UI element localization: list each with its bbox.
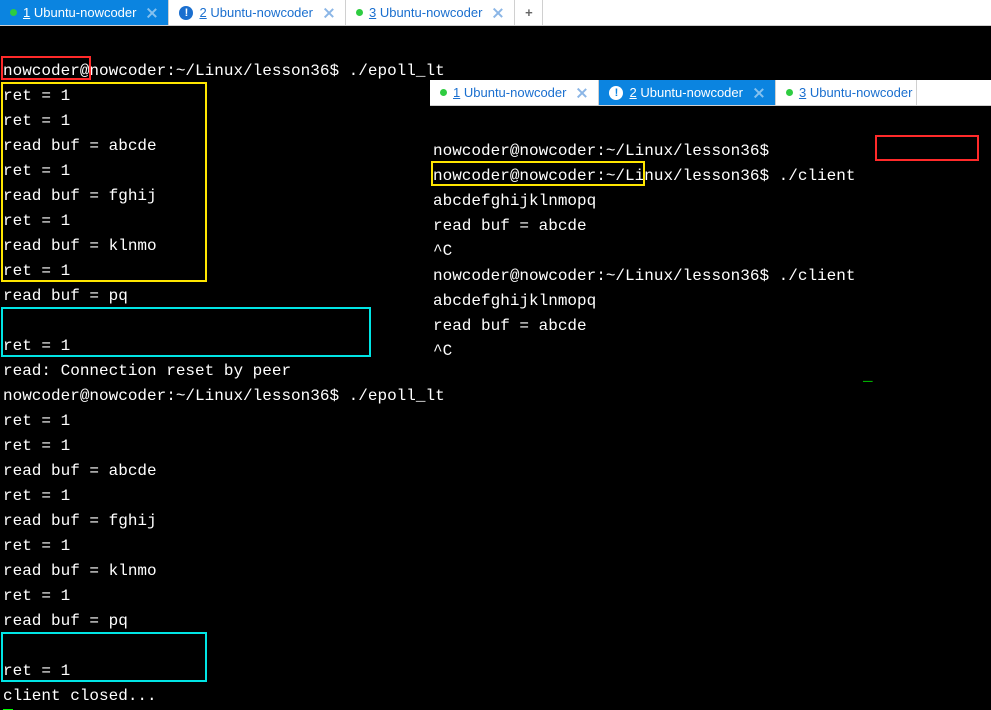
output-line: client closed... bbox=[3, 687, 157, 705]
tab-label: Ubuntu-nowcoder bbox=[380, 5, 483, 20]
close-icon[interactable] bbox=[576, 87, 588, 99]
right-tab-3[interactable]: 3 Ubuntu-nowcoder bbox=[776, 80, 917, 105]
output-line: abcdefghijklnmopq bbox=[433, 292, 596, 310]
output-line: read buf = abcde bbox=[3, 137, 157, 155]
status-dot-icon bbox=[786, 89, 793, 96]
alert-icon: ! bbox=[179, 6, 193, 20]
output-line: ret = 1 bbox=[3, 537, 70, 555]
command: ./epoll_lt bbox=[349, 387, 445, 405]
status-dot-icon bbox=[440, 89, 447, 96]
tab-number: 2 bbox=[199, 5, 206, 20]
output-line: ^C bbox=[433, 342, 452, 360]
tab-number: 1 bbox=[453, 85, 460, 100]
close-icon[interactable] bbox=[323, 7, 335, 19]
prompt: nowcoder@nowcoder:~/Linux/lesson36$ bbox=[3, 62, 349, 80]
tab-label: Ubuntu-nowcoder bbox=[810, 85, 913, 100]
tab-label: Ubuntu-nowcoder bbox=[640, 85, 743, 100]
output-line: read buf = pq bbox=[3, 612, 128, 630]
tab-number: 3 bbox=[799, 85, 806, 100]
output-line: ret = 1 bbox=[3, 262, 70, 280]
output-line: ret = 1 bbox=[3, 587, 70, 605]
output-line: read buf = fghij bbox=[3, 187, 157, 205]
close-icon[interactable] bbox=[492, 7, 504, 19]
command: ./client bbox=[779, 167, 856, 185]
right-terminal[interactable]: nowcoder@nowcoder:~/Linux/lesson36$ nowc… bbox=[433, 114, 989, 389]
output-line: read buf = klnmo bbox=[3, 237, 157, 255]
output-line: read: Connection reset by peer bbox=[3, 362, 291, 380]
tab-number: 2 bbox=[629, 85, 636, 100]
tab-1[interactable]: 1 Ubuntu-nowcoder bbox=[0, 0, 169, 25]
close-icon[interactable] bbox=[146, 7, 158, 19]
top-tabbar: 1 Ubuntu-nowcoder ! 2 Ubuntu-nowcoder 3 … bbox=[0, 0, 991, 26]
output-line: ret = 1 bbox=[3, 412, 70, 430]
output-line: ret = 1 bbox=[3, 437, 70, 455]
tab-label: Ubuntu-nowcoder bbox=[34, 5, 137, 20]
output-line: read buf = fghij bbox=[3, 512, 157, 530]
add-tab-button[interactable]: + bbox=[515, 0, 543, 25]
right-tab-1[interactable]: 1 Ubuntu-nowcoder bbox=[430, 80, 599, 105]
tab-label: Ubuntu-nowcoder bbox=[464, 85, 567, 100]
output-line: ret = 1 bbox=[3, 87, 70, 105]
output-line: ret = 1 bbox=[3, 337, 70, 355]
output-line: ret = 1 bbox=[3, 162, 70, 180]
prompt: nowcoder@nowcoder:~/Linux/lesson36$ bbox=[433, 142, 779, 160]
alert-icon: ! bbox=[609, 86, 623, 100]
right-tabbar: 1 Ubuntu-nowcoder ! 2 Ubuntu-nowcoder 3 … bbox=[430, 80, 991, 106]
output-line: read buf = abcde bbox=[433, 217, 587, 235]
output-line: ret = 1 bbox=[3, 112, 70, 130]
output-line: ^C bbox=[433, 242, 452, 260]
prompt: nowcoder@nowcoder:~/Linux/lesson36$ bbox=[433, 267, 779, 285]
output-line: ret = 1 bbox=[3, 487, 70, 505]
output-line: ret = 1 bbox=[3, 662, 70, 680]
output-line: read buf = pq bbox=[3, 287, 128, 305]
tab-number: 1 bbox=[23, 5, 30, 20]
output-line: read buf = abcde bbox=[3, 462, 157, 480]
output-line: abcdefghijklnmopq bbox=[433, 192, 596, 210]
tab-2[interactable]: ! 2 Ubuntu-nowcoder bbox=[169, 0, 345, 25]
status-dot-icon bbox=[356, 9, 363, 16]
prompt: nowcoder@nowcoder:~/Linux/lesson36$ bbox=[3, 387, 349, 405]
command: ./client bbox=[779, 267, 856, 285]
tab-number: 3 bbox=[369, 5, 376, 20]
tab-3[interactable]: 3 Ubuntu-nowcoder bbox=[346, 0, 515, 25]
output-line: read buf = abcde bbox=[433, 317, 587, 335]
right-tab-2[interactable]: ! 2 Ubuntu-nowcoder bbox=[599, 80, 775, 105]
tab-label: Ubuntu-nowcoder bbox=[210, 5, 313, 20]
idle-cursor-icon: _ bbox=[863, 367, 873, 385]
plus-icon: + bbox=[525, 5, 533, 20]
prompt: nowcoder@nowcoder:~/Linux/lesson36$ bbox=[433, 167, 779, 185]
status-dot-icon bbox=[10, 9, 17, 16]
output-line: ret = 1 bbox=[3, 212, 70, 230]
left-terminal[interactable]: nowcoder@nowcoder:~/Linux/lesson36$ ./ep… bbox=[3, 34, 433, 710]
output-line: read buf = klnmo bbox=[3, 562, 157, 580]
command: ./epoll_lt bbox=[349, 62, 445, 80]
close-icon[interactable] bbox=[753, 87, 765, 99]
